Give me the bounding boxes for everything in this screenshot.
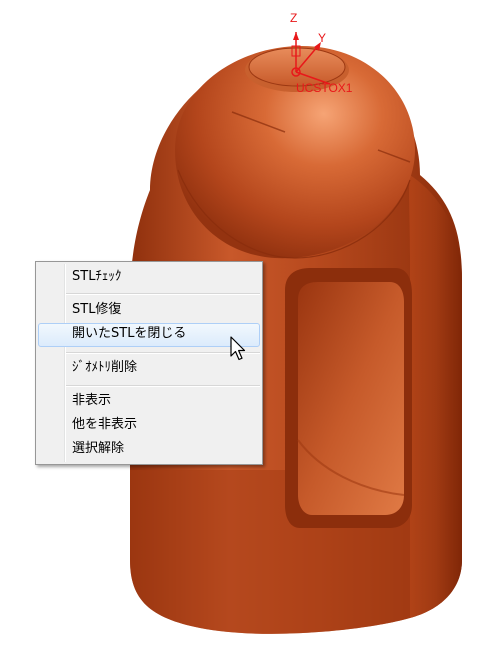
context-menu: STLﾁｪｯｸ STL修復 開いたSTLを閉じる ｼﾞｵﾒﾄﾘ削除 非表示 他を… (35, 261, 263, 465)
menu-item-stl-check[interactable]: STLﾁｪｯｸ (38, 266, 260, 288)
menu-item-close-open-stl[interactable]: 開いたSTLを閉じる (38, 323, 260, 347)
ucs-axis-y-label: Y (318, 31, 326, 45)
3d-viewport[interactable]: Z Y UCSTOX1 STLﾁｪｯｸ STL修復 開いたSTLを閉じる ｼﾞｵ… (0, 0, 490, 647)
menu-item-label: STL修復 (72, 302, 122, 317)
menu-item-delete-geometry[interactable]: ｼﾞｵﾒﾄﾘ削除 (38, 357, 260, 379)
menu-item-stl-repair[interactable]: STL修復 (38, 299, 260, 321)
menu-separator (66, 385, 260, 387)
model-pocket (285, 268, 412, 528)
menu-separator (66, 293, 260, 295)
menu-item-label: 非表示 (72, 393, 112, 408)
menu-item-label: ｼﾞｵﾒﾄﾘ削除 (72, 360, 138, 375)
menu-item-label: 選択解除 (72, 441, 125, 456)
menu-item-label: 他を非表示 (72, 417, 138, 432)
menu-item-label: STLﾁｪｯｸ (72, 269, 122, 284)
menu-item-label: 開いたSTLを閉じる (72, 326, 187, 341)
ucs-axis-z-label: Z (290, 11, 297, 25)
menu-item-hide[interactable]: 非表示 (38, 390, 260, 412)
ucs-name-label: UCSTOX1 (296, 81, 353, 95)
menu-item-hide-others[interactable]: 他を非表示 (38, 414, 260, 436)
menu-item-deselect[interactable]: 選択解除 (38, 438, 260, 460)
arrow-cursor-icon (230, 336, 246, 361)
